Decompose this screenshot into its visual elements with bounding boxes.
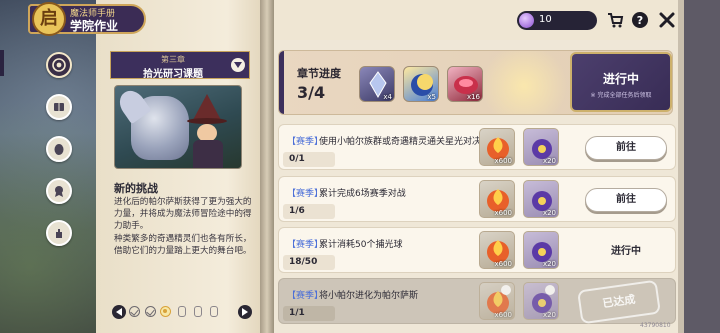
story-paragraph: 进化后的帕尔萨斯获得了更为强大的力量，并将成为魔法师冒险途中的得力助手。 [114,197,252,232]
purple-orb-icon[interactable]: x20 [523,128,559,166]
user-id: 43790810 [640,322,671,329]
lock-icon [210,306,218,317]
star-gem-icon [519,13,534,28]
star-decoration [469,51,579,114]
close-icon[interactable] [658,11,676,29]
banner-title: 学院作业 [70,19,119,33]
task-row: 【赛季】 累计完成6场赛季对战 1/6 x600 x20 前往 [278,176,676,222]
task-row: 【赛季】 累计消耗50个捕光球 18/50 x600 x20 进行中 [278,227,676,273]
svg-text:?: ? [637,14,643,27]
sidebar-item-coursework[interactable] [46,52,72,78]
wizard-hat [193,94,221,120]
page-dot-done[interactable] [129,306,140,317]
task-tag: 【赛季】 [287,137,324,147]
lock-icon [194,306,202,317]
reward-quantity: x16 [466,93,480,101]
wizard-body [193,140,223,168]
task-description: 将小帕尔进化为帕尔萨斯 [319,291,419,301]
reward-quantity: x600 [494,157,512,165]
task-progress: 18/50 [283,255,335,270]
progress-accent-bar [279,51,284,114]
reward-quantity: x20 [542,209,556,217]
creature-figure [131,96,189,160]
shop-cart-icon[interactable] [606,11,624,29]
task-tag: 【赛季】 [287,291,324,301]
fire-orb-icon[interactable]: x600 [479,231,515,269]
fire-orb-icon[interactable]: x600 [479,180,515,218]
task-row: 【赛季】 使用小帕尔族群或奇遇精灵通关星光对决 0/1 x600 x20 前往 [278,124,676,170]
go-button[interactable]: 前往 [585,188,667,212]
completed-stamp: 已达成 [577,279,661,325]
book-spine [260,0,274,333]
lock-icon [178,306,186,317]
red-gem-icon[interactable]: x16 [447,66,483,102]
help-icon[interactable]: ? [631,11,649,29]
story-illustration [114,85,242,169]
sidebar-item-badge[interactable] [46,178,72,204]
prev-page-button[interactable] [112,305,126,319]
reward-quantity: x20 [542,157,556,165]
task-row: 【赛季】 将小帕尔进化为帕尔萨斯 1/1 x600 x20 已达成 [278,278,676,325]
task-tag: 【赛季】 [287,189,324,199]
purple-orb-icon[interactable]: x20 [523,180,559,218]
reward-quantity: x20 [542,311,556,319]
task-description: 使用小帕尔族群或奇遇精灵通关星光对决 [319,137,482,147]
currency-display: 10 [517,11,597,30]
purple-orb-icon: x20 [523,282,559,320]
book-edge [678,0,720,333]
check-icon [545,285,555,295]
reward-quantity: x4 [383,93,392,101]
page-dot-current[interactable] [160,306,171,317]
purple-orb-icon[interactable]: x20 [523,231,559,269]
chapter-selector[interactable]: 第三章 拾光研习课题 [110,51,250,80]
currency-value: 10 [539,14,552,25]
sidebar-item-book[interactable] [46,94,72,120]
task-progress: 1/1 [283,306,335,321]
chevron-down-icon[interactable] [231,58,245,72]
sidebar-item-egg[interactable] [46,136,72,162]
progress-label: 章节进度 [297,67,341,80]
app-logo: 启 [32,2,66,36]
task-tag: 【赛季】 [287,240,324,250]
story-paragraph: 种类繁多的奇遇精灵们也各有所长，借助它们的力量踏上更大的舞台吧。 [114,233,252,256]
reward-quantity: x20 [542,260,556,268]
page-dot-done[interactable] [145,306,156,317]
reward-quantity: x600 [494,260,512,268]
fire-orb-icon: x600 [479,282,515,320]
task-progress: 1/6 [283,204,335,219]
reward-quantity: x600 [494,311,512,319]
reward-quantity: x600 [494,209,512,217]
check-icon [501,285,511,295]
go-button[interactable]: 前往 [585,136,667,160]
background-scene [0,0,100,333]
progress-count: 3/4 [297,83,326,102]
crystal-icon[interactable]: x4 [359,66,395,102]
task-progress: 0/1 [283,152,335,167]
task-description: 累计消耗50个捕光球 [319,240,403,250]
sidebar-active-tab-marker [0,50,4,76]
chapter-title: 拾光研习课题 [143,69,203,80]
fire-orb-icon[interactable]: x600 [479,128,515,166]
chapter-status-card: 进行中 ※ 完成全部任务后领取 [570,52,672,112]
task-status-ongoing: 进行中 [611,246,641,257]
story-text: 进化后的帕尔萨斯获得了更为强大的力量，并将成为魔法师冒险途中的得力助手。 种类繁… [114,196,254,257]
sidebar-item-hand[interactable] [46,220,72,246]
story-heading: 新的挑战 [114,182,158,195]
next-page-button[interactable] [238,305,252,319]
chapter-status: 进行中 [602,72,639,86]
reward-quantity: x5 [427,93,436,101]
chapter-number: 第三章 [161,55,185,64]
moon-orb-icon[interactable]: x5 [403,66,439,102]
task-description: 累计完成6场赛季对战 [319,189,406,199]
chapter-status-note: ※ 完成全部任务后领取 [590,92,652,99]
